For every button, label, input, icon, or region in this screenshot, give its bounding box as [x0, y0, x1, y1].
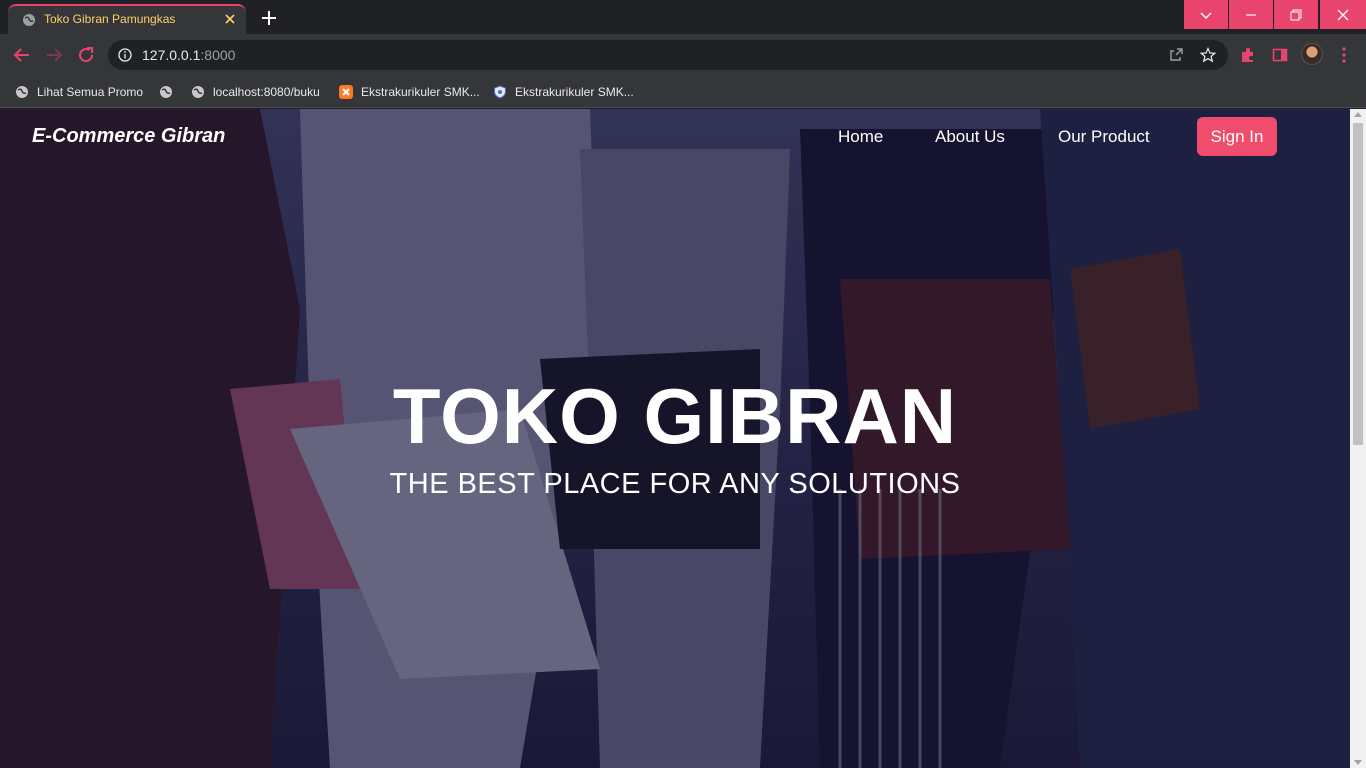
- browser-tab[interactable]: Toko Gibran Pamungkas: [8, 4, 246, 34]
- share-icon[interactable]: [1168, 47, 1184, 63]
- new-tab-icon[interactable]: [258, 7, 280, 29]
- site-brand[interactable]: E-Commerce Gibran: [32, 125, 225, 148]
- url-host: 127.0.0.1: [142, 47, 201, 63]
- bookmarks-bar: Lihat Semua Promo localhost:8080/buku Ek…: [0, 76, 1366, 108]
- bookmark-label: localhost:8080/buku: [213, 85, 320, 99]
- arrow-right-icon: [47, 48, 63, 62]
- profile-avatar[interactable]: [1301, 43, 1323, 65]
- back-button[interactable]: [11, 44, 33, 66]
- address-bar[interactable]: 127.0.0.1:8000: [108, 40, 1228, 70]
- hero-title: TOKO GIBRAN: [392, 372, 958, 460]
- star-icon[interactable]: [1200, 47, 1216, 63]
- bookmark-item[interactable]: [159, 82, 181, 102]
- globe-icon: [23, 14, 35, 26]
- side-panel-button[interactable]: [1270, 45, 1290, 65]
- url-port: :8000: [200, 47, 236, 63]
- page-scrollbar[interactable]: [1350, 109, 1366, 768]
- restore-icon: [1290, 9, 1302, 20]
- nav-about-link[interactable]: About Us: [935, 127, 1005, 147]
- reload-icon: [79, 47, 94, 63]
- tab-title: Toko Gibran Pamungkas: [44, 12, 176, 26]
- bookmark-item[interactable]: Ekstrakurikuler SMK...: [493, 82, 634, 102]
- close-window-button[interactable]: [1320, 0, 1366, 29]
- bookmark-label: Lihat Semua Promo: [37, 85, 144, 99]
- side-panel-icon: [1272, 48, 1288, 62]
- bookmark-item[interactable]: Ekstrakurikuler SMK...: [339, 82, 480, 102]
- restore-button[interactable]: [1274, 0, 1318, 29]
- nav-home-link[interactable]: Home: [838, 127, 883, 147]
- url-text[interactable]: 127.0.0.1:8000: [142, 47, 235, 63]
- globe-icon: [192, 86, 204, 98]
- close-icon[interactable]: [222, 11, 238, 27]
- scroll-thumb[interactable]: [1353, 123, 1363, 445]
- globe-icon: [160, 86, 172, 98]
- scroll-up-arrow-icon[interactable]: [1354, 112, 1362, 117]
- chevron-down-icon: [1200, 11, 1212, 19]
- bookmark-item[interactable]: localhost:8080/buku: [191, 82, 320, 102]
- xampp-icon: [339, 85, 353, 99]
- forward-button[interactable]: [43, 44, 65, 66]
- bookmark-label: Ekstrakurikuler SMK...: [515, 85, 634, 99]
- sign-in-button[interactable]: Sign In: [1197, 117, 1277, 156]
- globe-icon: [16, 86, 28, 98]
- reload-button[interactable]: [75, 44, 97, 66]
- minimize-icon: [1246, 13, 1256, 16]
- hero-subtitle: THE BEST PLACE FOR ANY SOLUTIONS: [389, 468, 961, 500]
- minimize-button[interactable]: [1229, 0, 1273, 29]
- arrow-left-icon: [13, 48, 29, 62]
- browser-titlebar: Toko Gibran Pamungkas: [0, 0, 1366, 34]
- browser-toolbar: 127.0.0.1:8000: [0, 34, 1366, 76]
- puzzle-icon: [1242, 48, 1253, 62]
- tab-search-button[interactable]: [1184, 0, 1228, 29]
- close-icon: [1337, 9, 1349, 20]
- scroll-down-arrow-icon[interactable]: [1354, 760, 1362, 765]
- bookmark-label: Ekstrakurikuler SMK...: [361, 85, 480, 99]
- nav-product-link[interactable]: Our Product: [1058, 127, 1150, 147]
- menu-button[interactable]: [1334, 45, 1354, 65]
- info-icon[interactable]: [118, 48, 132, 62]
- extensions-button[interactable]: [1238, 45, 1258, 65]
- more-vert-icon: [1342, 47, 1346, 63]
- bookmark-item[interactable]: Lihat Semua Promo: [15, 82, 143, 102]
- page-viewport: E-Commerce Gibran Home About Us Our Prod…: [0, 109, 1350, 768]
- school-crest-icon: [494, 85, 506, 99]
